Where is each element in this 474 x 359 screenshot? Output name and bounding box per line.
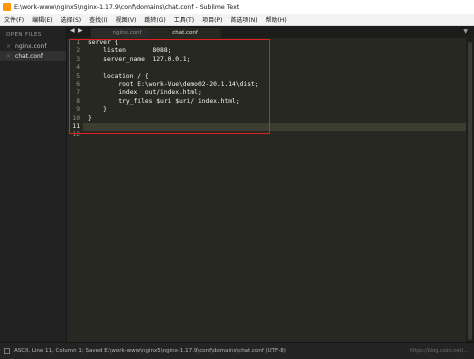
tab-scroll-left-icon[interactable]: ◀ [70, 27, 75, 34]
menu-selection[interactable]: 选择(S) [57, 15, 86, 24]
scrollbar-thumb[interactable] [468, 42, 472, 340]
sidebar-file-nginx-conf[interactable]: × nginx.conf [0, 41, 66, 51]
menu-view[interactable]: 视图(V) [112, 15, 141, 24]
tab-scroll-right-icon[interactable]: ▶ [78, 27, 83, 34]
menu-find[interactable]: 查找(I) [85, 15, 111, 24]
panel-toggle-icon[interactable] [4, 348, 10, 354]
title-bar: E:\work-www\nginx5\nginx-1.17.9\conf\dom… [0, 0, 474, 15]
menu-file[interactable]: 文件(F) [0, 15, 28, 24]
sidebar-file-label: chat.conf [15, 52, 43, 60]
watermark-text: https://blog.csdn.net/... [409, 348, 468, 354]
tab-chat-conf[interactable]: chat.conf [149, 28, 221, 38]
menu-bar: 文件(F) 编辑(E) 选择(S) 查找(I) 视图(V) 跳转(G) 工具(T… [0, 14, 474, 26]
menu-project[interactable]: 项目(P) [198, 15, 226, 24]
window-title: E:\work-www\nginx5\nginx-1.17.9\conf\dom… [14, 3, 240, 11]
menu-goto[interactable]: 跳转(G) [140, 15, 169, 24]
status-text: ASCII, Line 11, Column 1; Saved E:\work-… [14, 348, 286, 354]
menu-tools[interactable]: 工具(T) [170, 15, 198, 24]
close-icon[interactable]: × [6, 43, 11, 50]
tab-label: nginx.conf [112, 30, 142, 36]
tab-label: chat.conf [172, 30, 198, 36]
sidebar-file-chat-conf[interactable]: × chat.conf [0, 51, 66, 61]
sidebar: OPEN FILES × nginx.conf × chat.conf [0, 26, 67, 342]
menu-help[interactable]: 帮助(H) [262, 15, 291, 24]
red-annotation-box [69, 39, 270, 134]
menu-edit[interactable]: 编辑(E) [28, 15, 56, 24]
tab-list-dropdown-icon[interactable]: ▼ [463, 28, 468, 35]
vertical-scrollbar[interactable] [466, 38, 474, 342]
sidebar-file-label: nginx.conf [15, 42, 47, 50]
menu-preferences[interactable]: 首选项(N) [226, 15, 261, 24]
sublime-window: E:\work-www\nginx5\nginx-1.17.9\conf\dom… [0, 0, 474, 359]
sublime-app-icon [3, 3, 11, 11]
sidebar-header: OPEN FILES [6, 32, 42, 38]
close-icon[interactable]: × [6, 53, 11, 60]
code-editor[interactable]: 1 2 3 4 5 6 7 8 9 10 11 12 server { list… [67, 38, 466, 342]
status-bar: ASCII, Line 11, Column 1; Saved E:\work-… [0, 342, 474, 359]
